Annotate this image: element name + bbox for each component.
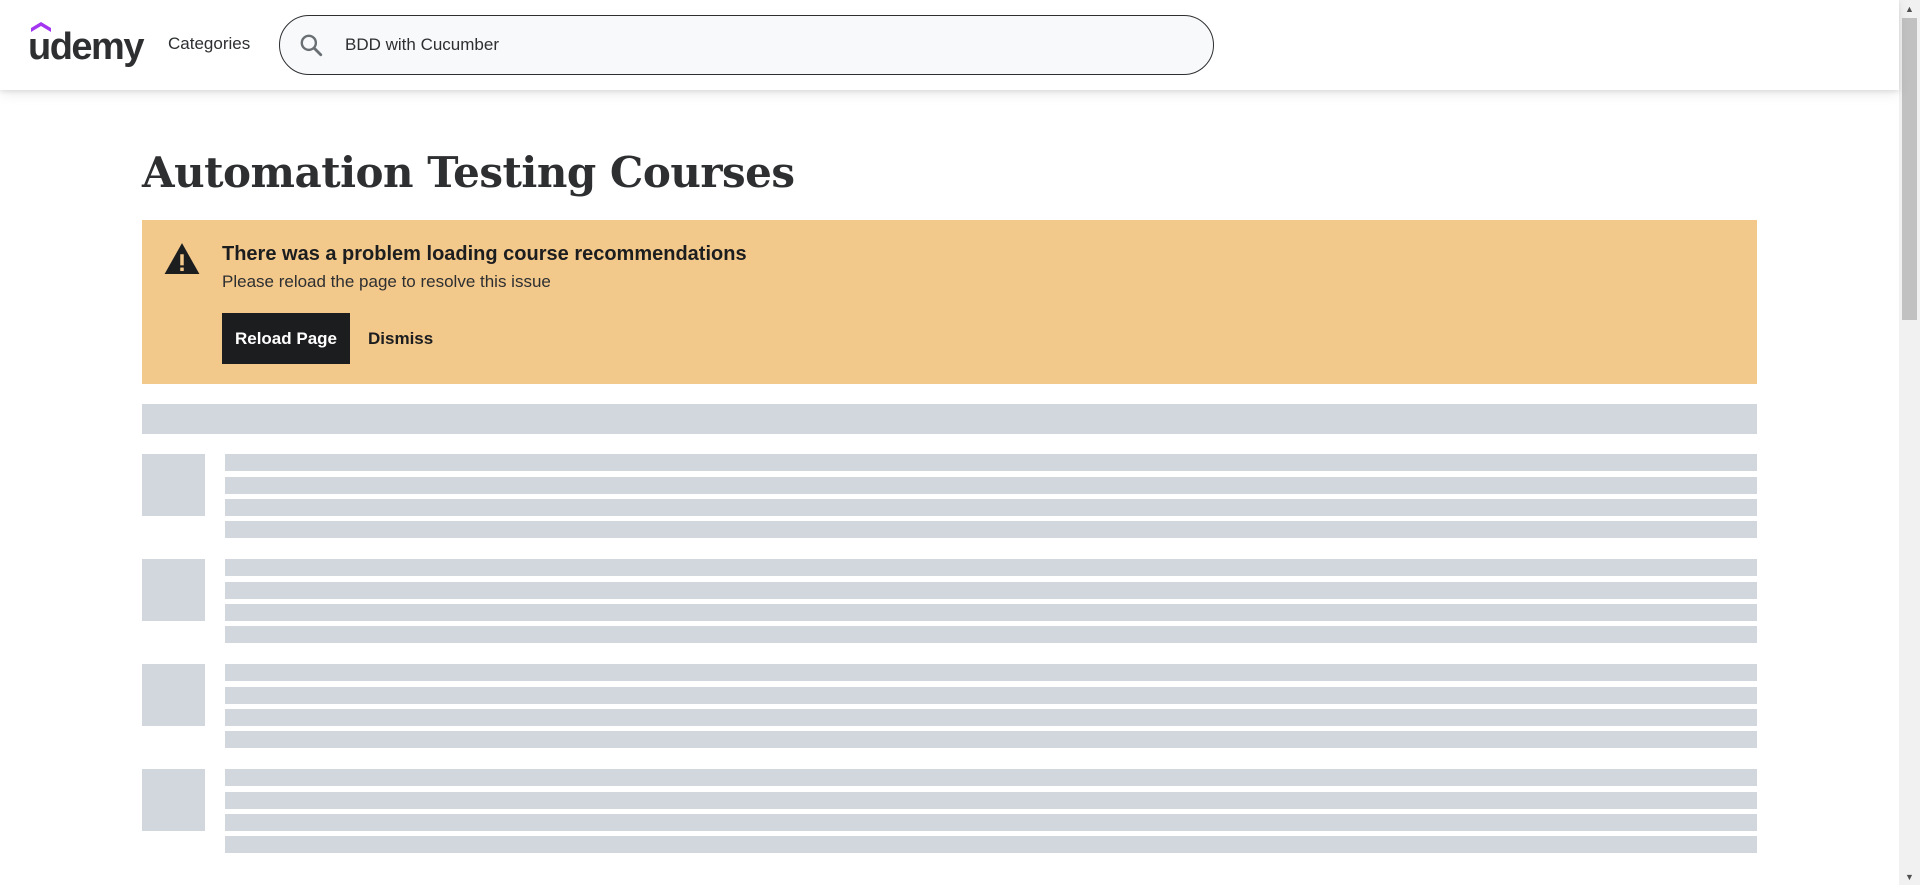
skeleton-line <box>225 792 1757 809</box>
skeleton-line <box>225 582 1757 599</box>
skeleton-line <box>225 836 1757 853</box>
skeleton-thumbnail <box>142 559 205 621</box>
scroll-down-arrow-icon[interactable]: ▼ <box>1899 868 1920 885</box>
categories-menu[interactable]: Categories <box>168 34 250 54</box>
skeleton-thumbnail <box>142 769 205 831</box>
skeleton-line <box>225 731 1757 748</box>
skeleton-thumbnail <box>142 664 205 726</box>
skeleton-line <box>225 709 1757 726</box>
skeleton-line <box>225 687 1757 704</box>
skeleton-line <box>225 626 1757 643</box>
skeleton-line <box>225 477 1757 494</box>
search-icon[interactable] <box>298 32 324 58</box>
skeleton-line <box>225 559 1757 576</box>
top-navigation-bar: udemy Categories <box>0 0 1899 90</box>
skeleton-line <box>225 664 1757 681</box>
vertical-scrollbar[interactable]: ▲ ▼ <box>1899 0 1920 885</box>
scrollbar-thumb[interactable] <box>1902 18 1917 320</box>
skeleton-line <box>225 499 1757 516</box>
skeleton-line <box>225 521 1757 538</box>
search-bar[interactable] <box>279 15 1214 75</box>
page-title: Automation Testing Courses <box>142 148 795 197</box>
skeleton-line <box>225 454 1757 471</box>
logo-hat-icon <box>31 22 51 32</box>
skeleton-line <box>225 604 1757 621</box>
skeleton-header-bar <box>142 404 1757 434</box>
alert-message: Please reload the page to resolve this i… <box>222 272 551 291</box>
dismiss-button[interactable]: Dismiss <box>360 313 441 364</box>
search-input[interactable] <box>345 16 1195 74</box>
alert-title: There was a problem loading course recom… <box>222 243 747 265</box>
udemy-logo[interactable]: udemy <box>28 20 144 66</box>
warning-icon <box>164 243 200 275</box>
skeleton-thumbnail <box>142 454 205 516</box>
scroll-up-arrow-icon[interactable]: ▲ <box>1899 0 1920 17</box>
reload-page-button[interactable]: Reload Page <box>222 313 350 364</box>
skeleton-line <box>225 769 1757 786</box>
skeleton-line <box>225 814 1757 831</box>
error-alert-banner: There was a problem loading course recom… <box>142 220 1757 384</box>
